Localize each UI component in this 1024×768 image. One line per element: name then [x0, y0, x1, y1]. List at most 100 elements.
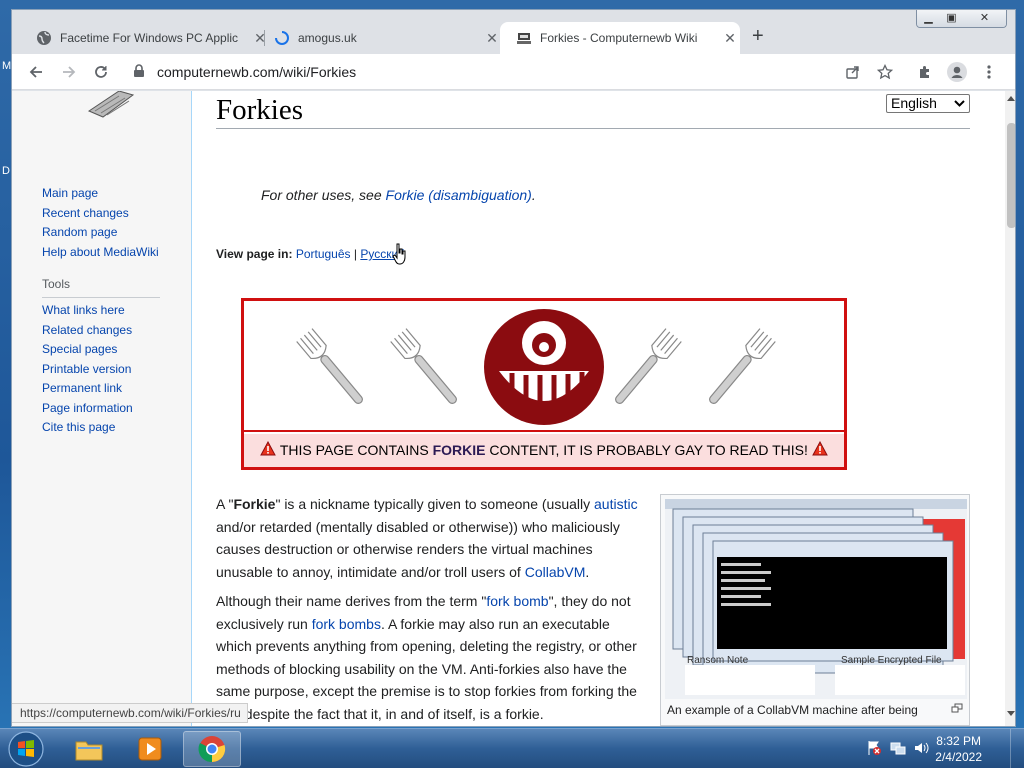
sidebar-tools: What links here Related changes Special … — [42, 301, 133, 438]
profile-button[interactable] — [945, 60, 969, 84]
banner-message: THIS PAGE CONTAINS FORKIE CONTENT, IT IS… — [244, 434, 844, 467]
tab-title: amogus.uk — [298, 31, 357, 45]
hatnote-link[interactable]: Forkie (disambiguation) — [386, 187, 532, 203]
vertical-scrollbar[interactable] — [1005, 91, 1015, 726]
hatnote: For other uses, see Forkie (disambiguati… — [261, 187, 536, 203]
sidebar-nav: Main page Recent changes Random page Hel… — [42, 184, 159, 262]
close-tab-icon[interactable]: ✕ — [720, 30, 740, 47]
kebab-menu-icon — [987, 65, 991, 79]
sidebar-item-permanent-link[interactable]: Permanent link — [42, 379, 133, 399]
banner-text-bold: FORKIE — [432, 442, 486, 458]
tools-heading: Tools — [42, 277, 160, 298]
sidebar-item-main-page[interactable]: Main page — [42, 184, 159, 204]
tab-strip: Facetime For Windows PC Applic ✕ amogus.… — [12, 10, 1015, 54]
maximize-button[interactable]: ▣ — [940, 10, 963, 27]
desktop-icon-label[interactable]: D — [2, 165, 10, 177]
menu-button[interactable] — [977, 60, 1001, 84]
sidebar-item-related-changes[interactable]: Related changes — [42, 321, 133, 341]
hatnote-suffix: . — [531, 187, 536, 203]
star-icon — [877, 64, 893, 80]
paragraph-1: A "Forkie" is a nickname typically given… — [216, 493, 641, 583]
extensions-button[interactable] — [913, 60, 937, 84]
text: A " — [216, 496, 234, 512]
link-collabvm[interactable]: CollabVM — [525, 564, 586, 580]
sidebar-item-printable-version[interactable]: Printable version — [42, 360, 133, 380]
minimize-button[interactable]: ▁ — [917, 10, 940, 27]
taskbar-media-player[interactable] — [121, 731, 179, 767]
chevron-down-icon — [954, 95, 965, 118]
action-center-icon[interactable] — [866, 740, 882, 756]
forward-arrow-icon — [63, 66, 76, 78]
enlarge-icon[interactable] — [951, 703, 963, 716]
tab-amogus[interactable]: amogus.uk ✕ — [258, 22, 502, 54]
forward-button[interactable] — [57, 60, 81, 84]
taskbar-explorer[interactable] — [60, 731, 118, 767]
link-fork-bombs[interactable]: fork bombs — [312, 616, 381, 632]
clock[interactable]: 8:32 PM 2/4/2022 — [935, 733, 982, 765]
view-page-in: View page in: Português | Русский — [216, 243, 406, 265]
back-button[interactable] — [24, 60, 48, 84]
thumbnail-figure: Ransom Note Sample Encrypted File An exa… — [660, 494, 970, 726]
sidebar-item-page-information[interactable]: Page information — [42, 399, 133, 419]
scroll-up-icon[interactable] — [1007, 95, 1015, 101]
tab-title: Forkies - Computernewb Wiki — [540, 31, 698, 45]
banner-text-after: CONTENT, IT IS PROBABLY GAY TO READ THIS… — [485, 442, 808, 458]
share-icon — [846, 66, 859, 79]
tab-forkies[interactable]: Forkies - Computernewb Wiki ✕ — [500, 22, 740, 54]
scrollbar-thumb[interactable] — [1007, 123, 1015, 228]
network-icon[interactable] — [890, 740, 906, 756]
taskbar-chrome[interactable] — [183, 731, 241, 767]
view-page-in-label: View page in: — [216, 247, 293, 261]
text: " is a nickname typically given to someo… — [275, 496, 595, 512]
warning-icon — [260, 435, 277, 468]
link-autistic[interactable]: autistic — [594, 496, 638, 512]
link-fork-bomb[interactable]: fork bomb — [486, 593, 548, 609]
thumb-label-right: Sample Encrypted File — [841, 655, 942, 666]
browser-window: Facetime For Windows PC Applic ✕ amogus.… — [11, 9, 1016, 727]
site-logo[interactable] — [87, 91, 137, 124]
new-tab-button[interactable]: + — [752, 25, 764, 48]
language-select-value: English — [891, 95, 937, 111]
tab-facetime[interactable]: Facetime For Windows PC Applic ✕ — [20, 22, 270, 54]
close-window-button[interactable]: ✕ — [963, 10, 1006, 27]
forkie-warning-banner: THIS PAGE CONTAINS FORKIE CONTENT, IT IS… — [241, 298, 847, 470]
window-controls: ▁ ▣ ✕ — [916, 10, 1007, 28]
address-bar[interactable]: computernewb.com/wiki/Forkies — [157, 64, 356, 80]
sidebar-item-help[interactable]: Help about MediaWiki — [42, 243, 159, 263]
media-player-icon — [138, 737, 162, 761]
scroll-down-icon[interactable] — [1007, 711, 1015, 717]
windows-logo-icon — [8, 731, 44, 767]
bookmark-star-button[interactable] — [873, 60, 897, 84]
globe-icon — [36, 30, 52, 46]
reload-icon — [95, 66, 107, 78]
lock-icon[interactable] — [133, 64, 145, 81]
show-desktop-button[interactable] — [1010, 729, 1024, 768]
volume-icon[interactable] — [913, 740, 929, 756]
desktop-icon-label[interactable]: M — [2, 60, 11, 72]
wiki-logo-icon — [516, 30, 532, 46]
sidebar-item-cite-this-page[interactable]: Cite this page — [42, 418, 133, 438]
sidebar-item-what-links-here[interactable]: What links here — [42, 301, 133, 321]
page-viewport: Main page Recent changes Random page Hel… — [12, 91, 1005, 726]
start-button[interactable] — [8, 731, 44, 767]
close-tab-icon[interactable]: ✕ — [482, 30, 502, 47]
language-select[interactable]: English — [886, 94, 970, 113]
sidebar-item-special-pages[interactable]: Special pages — [42, 340, 133, 360]
tab-title: Facetime For Windows PC Applic — [60, 31, 239, 45]
thumbnail-image[interactable]: Ransom Note Sample Encrypted File — [665, 499, 967, 699]
folder-icon — [75, 741, 103, 761]
puzzle-icon — [920, 66, 929, 78]
share-button[interactable] — [841, 60, 865, 84]
avatar-icon — [947, 62, 967, 82]
page-title: Forkies — [216, 93, 970, 129]
sidebar-item-recent-changes[interactable]: Recent changes — [42, 204, 159, 224]
reload-button[interactable] — [89, 60, 113, 84]
status-bar-url: https://computernewb.com/wiki/Forkies/ru — [12, 703, 248, 723]
banner-image — [244, 301, 844, 432]
grin-face-icon — [484, 309, 604, 425]
hatnote-prefix: For other uses, see — [261, 187, 386, 203]
sidebar-item-random-page[interactable]: Random page — [42, 223, 159, 243]
text: Although their name derives from the ter… — [216, 593, 487, 609]
lang-link-portuguese[interactable]: Português — [296, 247, 351, 261]
banner-text-before: THIS PAGE CONTAINS — [279, 442, 433, 458]
